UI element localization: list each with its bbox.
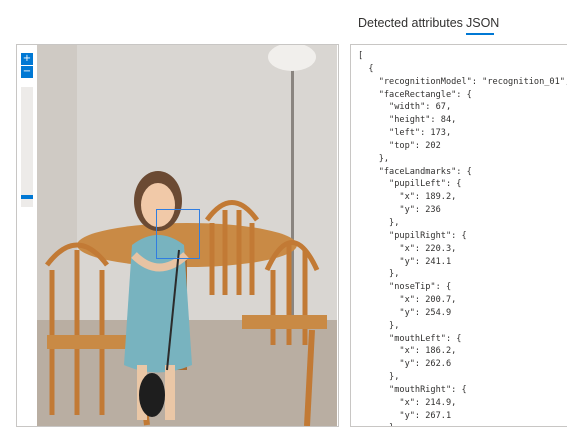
json-line: "width": 67, [358,102,452,113]
json-line: "y": 254.9 [358,307,452,318]
json-line: "pupilRight": { [358,230,467,241]
json-line: "pupilLeft": { [358,179,462,190]
json-line: "left": 173, [358,128,452,139]
json-line: "noseTip": { [358,282,452,293]
json-line: "x": 186.2, [358,346,457,357]
json-line: "y": 241.1 [358,256,452,267]
json-line: }, [358,217,400,228]
json-line: "x": 200.7, [358,295,457,306]
json-line: "faceRectangle": { [358,89,472,100]
json-line: "x": 214.9, [358,397,457,408]
json-line: "y": 236 [358,205,441,216]
json-line: "x": 220.3, [358,243,457,254]
json-line: "mouthLeft": { [358,333,462,344]
json-line: { [358,63,374,74]
json-line: "mouthRight": { [358,384,467,395]
json-line: }, [358,153,390,164]
json-code-block: [ { "recognitionModel": "recognition_01"… [358,50,567,426]
zoom-in-button[interactable]: + [21,53,33,65]
json-line: }, [358,422,567,426]
json-line: }, [358,372,400,383]
json-line: "y": 262.6 [358,359,452,370]
zoom-slider-track[interactable] [21,87,33,207]
json-line: "height": 84, [358,115,457,126]
json-line: "y": 267.1 [358,410,452,421]
json-line: }, [358,320,400,331]
json-line: "recognitionModel": "recognition_01", [358,76,567,87]
json-line: "x": 189.2, [358,192,457,203]
json-line: "faceLandmarks": { [358,166,472,177]
json-line: [ [358,51,364,61]
tab-detected-attributes[interactable]: Detected attributes [358,16,463,30]
tab-json[interactable]: JSON [466,16,499,30]
image-viewer: + − [16,44,339,427]
active-tab-indicator [466,33,494,35]
zoom-slider-thumb[interactable] [21,195,33,199]
json-line: }, [358,269,400,280]
json-output-panel: [ { "recognitionModel": "recognition_01"… [350,44,567,427]
zoom-out-button[interactable]: − [21,66,33,78]
json-line: "top": 202 [358,140,441,151]
face-rectangle [156,209,200,259]
